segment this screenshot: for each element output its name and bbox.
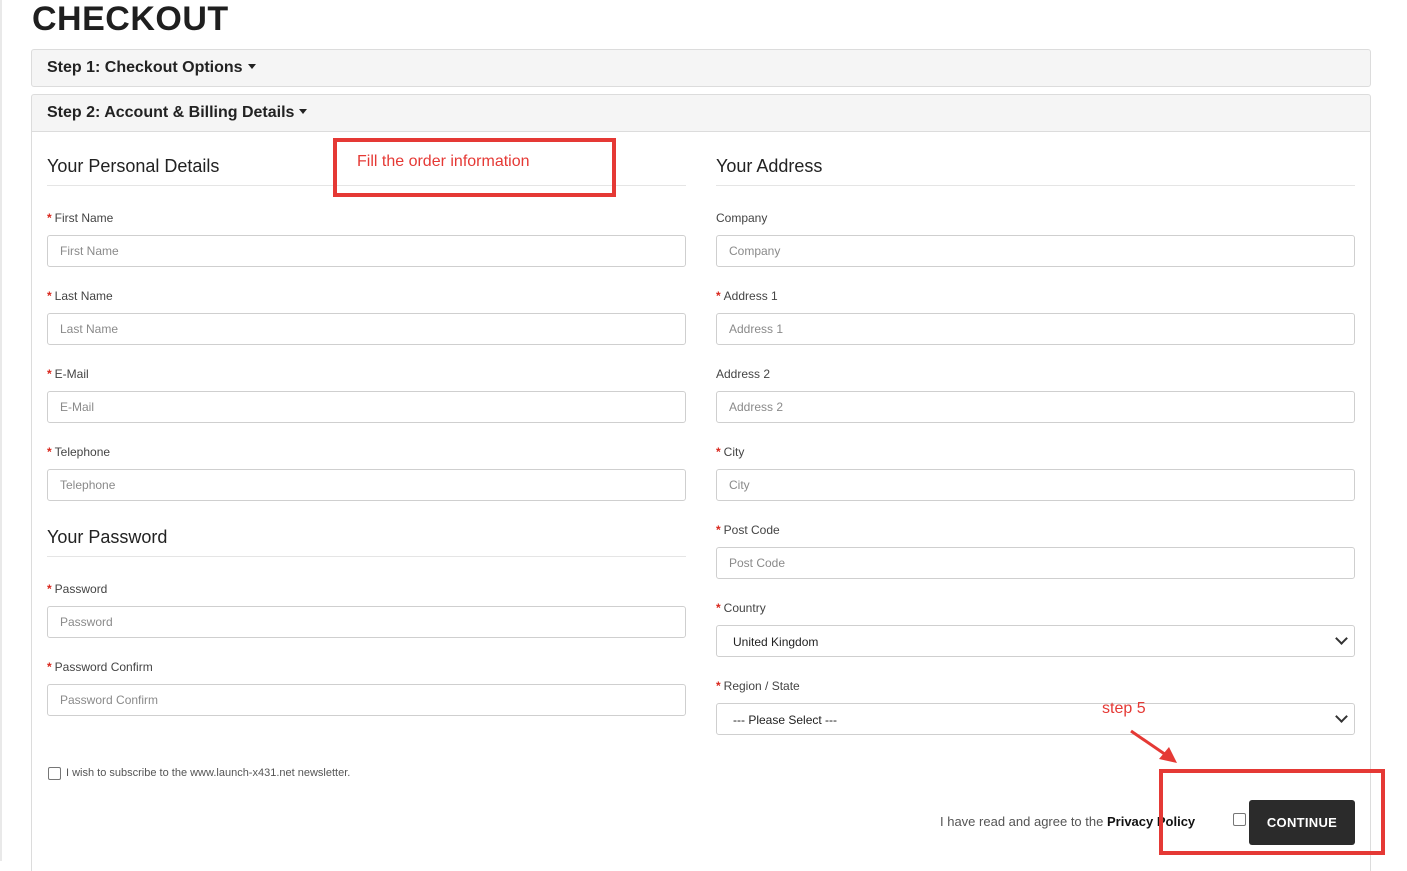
required-marker: * xyxy=(716,445,721,459)
caret-down-icon xyxy=(299,109,308,114)
address-divider xyxy=(716,185,1355,186)
telephone-label: * Telephone xyxy=(47,445,111,459)
required-marker: * xyxy=(716,289,721,303)
required-marker: * xyxy=(47,582,52,596)
last-name-label: * Last Name xyxy=(47,289,113,303)
company-input[interactable] xyxy=(716,235,1355,267)
checkout-page: CHECKOUT Step 1: Checkout Options Step 2… xyxy=(0,0,1407,871)
annotation-step5-text: step 5 xyxy=(1102,700,1146,717)
password-label: * Password xyxy=(47,582,108,596)
step-2-label: Step 2: Account & Billing Details xyxy=(47,104,295,121)
newsletter-checkbox[interactable] xyxy=(48,767,61,780)
step-1-header[interactable]: Step 1: Checkout Options xyxy=(31,49,1371,87)
annotation-box-continue xyxy=(1159,769,1385,855)
password-divider xyxy=(47,556,686,557)
email-label: * E-Mail xyxy=(47,367,89,381)
country-label: * Country xyxy=(716,601,766,615)
city-input[interactable] xyxy=(716,469,1355,501)
last-name-input[interactable] xyxy=(47,313,686,345)
newsletter-label: I wish to subscribe to the www.launch-x4… xyxy=(66,767,351,779)
address-1-input[interactable] xyxy=(716,313,1355,345)
password-input[interactable] xyxy=(47,606,686,638)
address-2-input[interactable] xyxy=(716,391,1355,423)
required-marker: * xyxy=(47,367,52,381)
required-marker: * xyxy=(47,660,52,674)
chevron-down-icon xyxy=(1335,710,1348,723)
telephone-input[interactable] xyxy=(47,469,686,501)
first-name-input[interactable] xyxy=(47,235,686,267)
page-title: CHECKOUT xyxy=(32,0,229,38)
caret-down-icon xyxy=(247,64,256,69)
required-marker: * xyxy=(47,445,52,459)
annotation-arrow-icon xyxy=(1130,729,1177,763)
address-1-label: * Address 1 xyxy=(716,289,778,303)
country-select-value: United Kingdom xyxy=(733,635,819,649)
email-input[interactable] xyxy=(47,391,686,423)
chevron-down-icon xyxy=(1335,632,1348,645)
first-name-label: * First Name xyxy=(47,211,114,225)
post-code-label: * Post Code xyxy=(716,523,780,537)
password-title: Your Password xyxy=(47,527,168,547)
required-marker: * xyxy=(716,601,721,615)
required-marker: * xyxy=(47,211,52,225)
company-label: Company xyxy=(716,211,768,225)
password-confirm-label: * Password Confirm xyxy=(47,660,153,674)
annotation-fill-text: Fill the order information xyxy=(357,153,530,170)
city-label: * City xyxy=(716,445,745,459)
personal-details-title: Your Personal Details xyxy=(47,156,220,176)
password-confirm-input[interactable] xyxy=(47,684,686,716)
agree-prefix: I have read and agree to the xyxy=(940,814,1104,829)
step-2-header[interactable]: Step 2: Account & Billing Details xyxy=(31,94,1371,132)
privacy-agree-text: I have read and agree to the Privacy Pol… xyxy=(940,814,1195,829)
post-code-input[interactable] xyxy=(716,547,1355,579)
step-1-label: Step 1: Checkout Options xyxy=(47,59,243,76)
address-2-label: Address 2 xyxy=(716,367,771,381)
required-marker: * xyxy=(716,679,721,693)
required-marker: * xyxy=(47,289,52,303)
address-title: Your Address xyxy=(716,156,823,176)
country-select[interactable]: United Kingdom xyxy=(716,625,1355,657)
region-select-value: --- Please Select --- xyxy=(733,713,838,727)
region-label: * Region / State xyxy=(716,679,800,693)
required-marker: * xyxy=(716,523,721,537)
left-border xyxy=(0,0,2,861)
region-select[interactable]: --- Please Select --- xyxy=(716,703,1355,735)
